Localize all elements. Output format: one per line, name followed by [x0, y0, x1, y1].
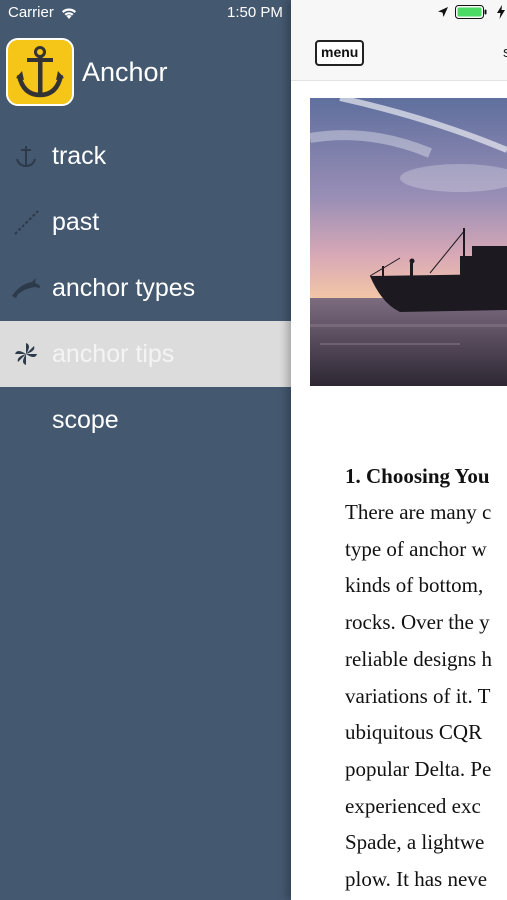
- battery-icon: [455, 5, 487, 19]
- sidebar-item-label: anchor tips: [52, 339, 175, 368]
- sidebar-item-scope[interactable]: scope: [0, 387, 291, 453]
- menu-button[interactable]: menu: [315, 40, 365, 66]
- article-line: Spade, a lightwe: [345, 830, 485, 855]
- carrier-label: Carrier: [8, 4, 54, 21]
- wifi-icon: [61, 7, 76, 19]
- sidebar-item-label: past: [52, 207, 100, 236]
- app-title: Anchor: [82, 56, 168, 87]
- pinwheel-icon: [10, 338, 42, 370]
- chain-icon: [10, 206, 42, 238]
- article-body: 1. Choosing You There are many c type of…: [345, 458, 507, 898]
- sidebar-item-label: track: [52, 141, 107, 170]
- navigation-bar: menu s: [291, 0, 507, 81]
- sidebar-item-track[interactable]: track: [0, 123, 291, 189]
- sidebar-item-past[interactable]: past: [0, 189, 291, 255]
- sidebar-item-anchor-types[interactable]: anchor types: [0, 255, 291, 321]
- sidebar-item-anchor-tips[interactable]: anchor tips: [0, 321, 291, 387]
- location-arrow-icon: [438, 7, 448, 17]
- article-line: popular Delta. Pe: [345, 756, 492, 781]
- page-title: s: [503, 44, 507, 61]
- article-line: variations of it. T: [345, 683, 491, 708]
- article-heading: 1. Choosing You: [345, 464, 490, 488]
- sunset-boat-photo: [310, 98, 507, 386]
- status-bar-right: [437, 5, 505, 19]
- status-time: 1:50 PM: [227, 4, 283, 21]
- sidebar-item-label: anchor types: [52, 273, 196, 302]
- article-line: rocks. Over the y: [345, 610, 490, 635]
- article-line: plow. It has neve: [345, 867, 488, 892]
- sidebar-item-label: scope: [52, 405, 119, 434]
- article-line: type of anchor w: [345, 536, 487, 561]
- sidebar-drawer: Carrier 1:50 PM Anchor track past anchor…: [0, 0, 291, 900]
- article-line: kinds of bottom,: [345, 573, 484, 598]
- sidebar-nav: track past anchor types anchor tips scop…: [0, 123, 291, 453]
- anchor-outline-icon: [10, 140, 42, 172]
- charging-bolt-icon: [497, 5, 505, 19]
- article-line: ubiquitous CQR: [345, 720, 483, 745]
- content-pane: menu s 1. Choosing You There are many c …: [291, 0, 507, 900]
- article-line: reliable designs h: [345, 646, 492, 671]
- article-line: experienced exc: [345, 793, 481, 818]
- dolphin-icon: [10, 272, 42, 304]
- app-header: Anchor: [6, 38, 168, 106]
- anchor-app-icon: [6, 38, 74, 106]
- status-bar-left: Carrier: [8, 4, 78, 21]
- article-line: There are many c: [345, 500, 492, 524]
